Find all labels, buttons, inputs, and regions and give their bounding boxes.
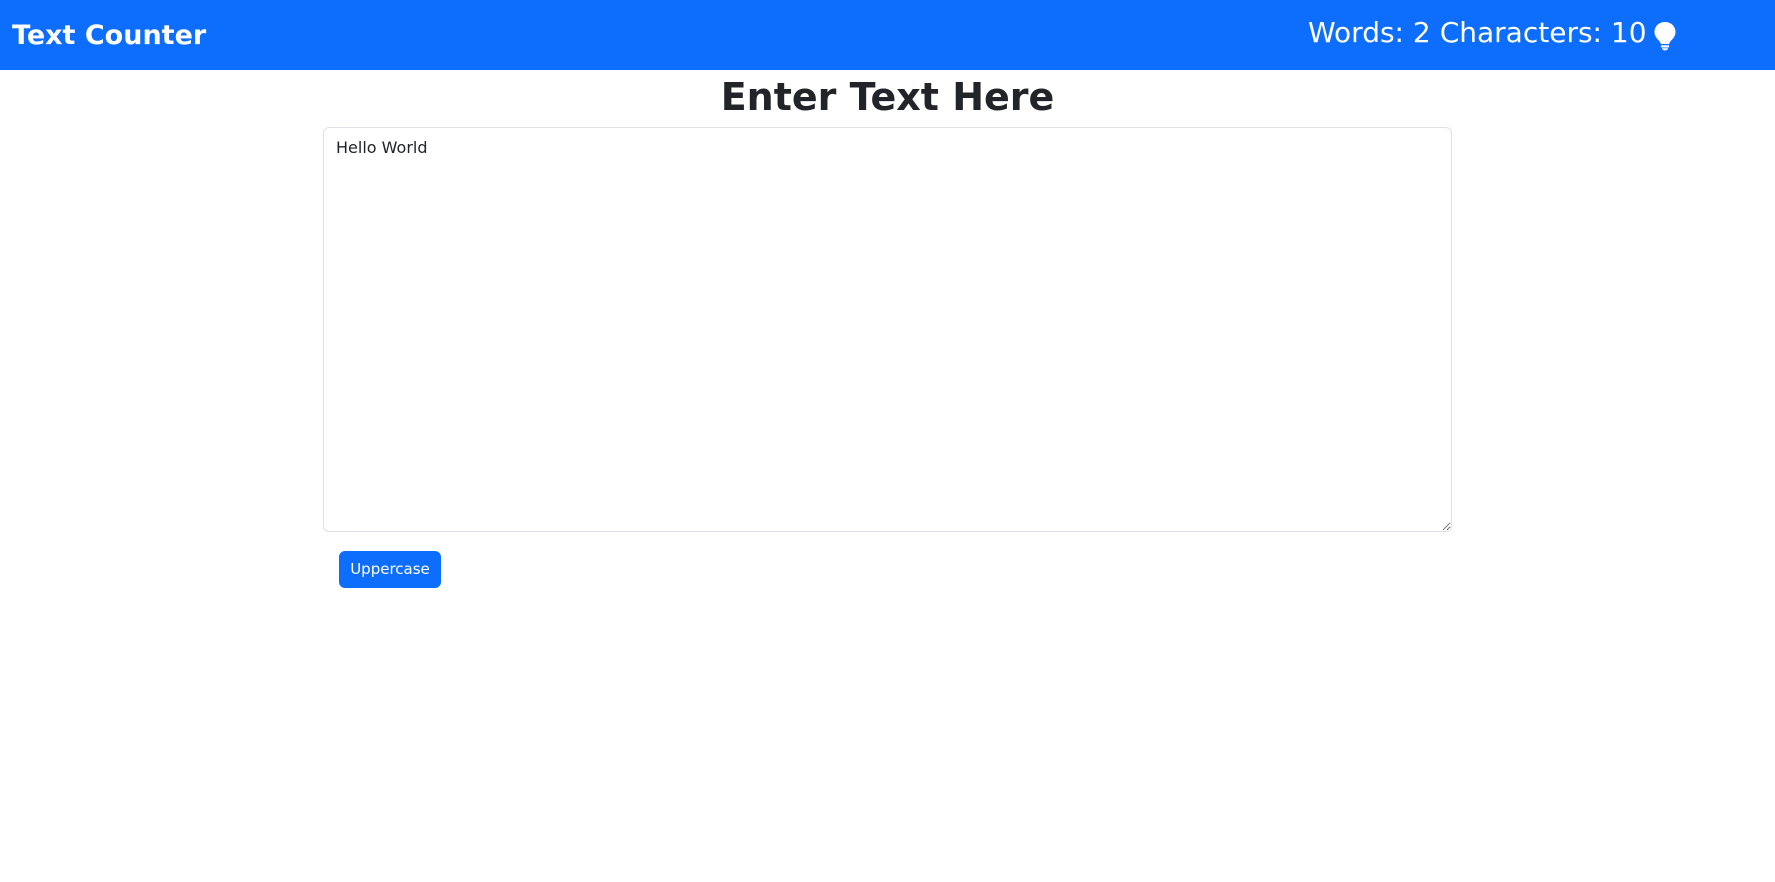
lightbulb-icon-svg — [1654, 22, 1676, 51]
lightbulb-icon[interactable] — [1653, 21, 1677, 51]
character-count: Characters: 10 — [1439, 16, 1647, 49]
navbar: Text Counter Words: 2 Characters: 10 — [0, 0, 1775, 70]
word-character-counter: Words: 2 Characters: 10 — [1308, 15, 1647, 51]
uppercase-button[interactable]: Uppercase — [339, 551, 441, 588]
page-title: Enter Text Here — [720, 75, 1055, 119]
text-input-area[interactable]: Hello World — [323, 127, 1452, 532]
brand-title[interactable]: Text Counter — [12, 18, 206, 54]
word-count: Words: 2 — [1308, 16, 1431, 49]
